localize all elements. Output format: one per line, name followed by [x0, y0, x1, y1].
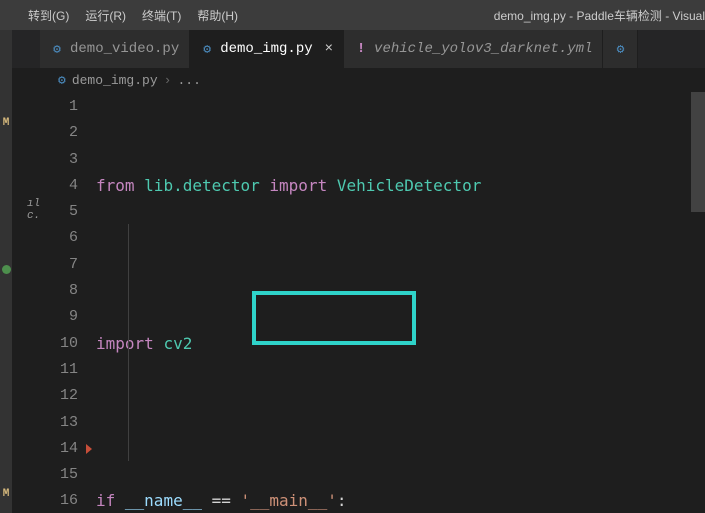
tab-label: vehicle_yolov3_darknet.yml — [374, 41, 592, 57]
python-icon: ⚙ — [200, 42, 214, 56]
scrollbar-track[interactable] — [691, 92, 705, 513]
activity-bar: M M — [0, 30, 12, 513]
explorer-edge — [12, 30, 40, 68]
tab-demo-video[interactable]: ⚙ demo_video.py — [40, 30, 190, 68]
python-icon: ⚙ — [613, 42, 627, 56]
scm-modified-badge-2: M — [0, 485, 12, 503]
code-area[interactable]: from lib.detector import VehicleDetector… — [96, 92, 705, 513]
python-icon: ⚙ — [58, 73, 66, 88]
code-editor[interactable]: 12345678910111213141516 from lib.detecto… — [40, 92, 705, 513]
sidebar-sliver: ıl c... — [12, 68, 40, 513]
tab-bar: ⚙ demo_video.py ⚙ demo_img.py × ! vehicl… — [12, 30, 705, 68]
breadcrumb-file: demo_img.py — [72, 73, 158, 88]
yaml-icon: ! — [354, 42, 368, 56]
window-title: demo_img.py - Paddle车辆检测 - Visual — [494, 7, 705, 24]
chevron-right-icon: › — [164, 73, 172, 88]
menu-terminal[interactable]: 终端(T) — [134, 7, 189, 24]
line-gutter: 12345678910111213141516 — [40, 92, 96, 513]
tab-label: demo_img.py — [220, 41, 312, 57]
tab-demo-img[interactable]: ⚙ demo_img.py × — [190, 30, 344, 68]
debug-breakpoint-dot — [0, 260, 12, 278]
menu-goto[interactable]: 转到(G) — [20, 7, 77, 24]
indent-guide — [128, 224, 129, 461]
breadcrumb[interactable]: ⚙ demo_img.py › ... — [40, 68, 705, 92]
scm-modified-badge: M — [0, 114, 12, 132]
close-icon[interactable]: × — [325, 41, 333, 57]
tab-label: demo_video.py — [70, 41, 179, 57]
menu-run[interactable]: 运行(R) — [77, 7, 134, 24]
python-icon: ⚙ — [50, 42, 64, 56]
scrollbar-thumb[interactable] — [691, 92, 705, 212]
tab-overflow[interactable]: ⚙ — [603, 30, 638, 68]
breadcrumb-more: ... — [177, 73, 200, 88]
menu-help[interactable]: 帮助(H) — [189, 7, 246, 24]
tab-vehicle-yml[interactable]: ! vehicle_yolov3_darknet.yml — [344, 30, 603, 68]
